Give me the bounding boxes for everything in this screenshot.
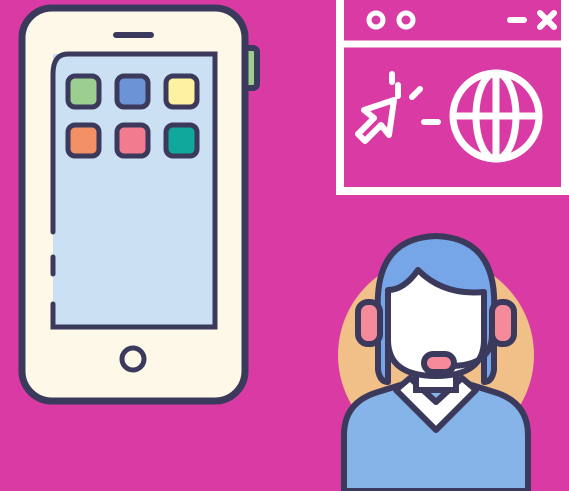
phone-home-button <box>119 345 147 373</box>
headset-earcup-left <box>355 299 383 347</box>
app-icon-blue <box>114 73 151 110</box>
app-icon-green <box>65 73 102 110</box>
globe-icon <box>449 69 543 163</box>
window-dot-icon <box>396 10 416 30</box>
app-icon-yellow <box>163 73 200 110</box>
close-icon <box>537 10 557 30</box>
browser-window-icon <box>336 0 569 195</box>
app-icon-pink <box>114 122 151 159</box>
app-icon-teal <box>163 122 200 159</box>
window-dot-icon <box>366 10 386 30</box>
headset-earcup-right <box>489 299 517 347</box>
headset-mic-icon <box>421 351 457 375</box>
cursor-click-icon <box>355 71 441 144</box>
app-icon-orange <box>65 122 102 159</box>
smartphone-icon <box>18 4 260 405</box>
illustration-canvas <box>0 0 569 491</box>
customer-support-agent-icon <box>338 233 534 491</box>
